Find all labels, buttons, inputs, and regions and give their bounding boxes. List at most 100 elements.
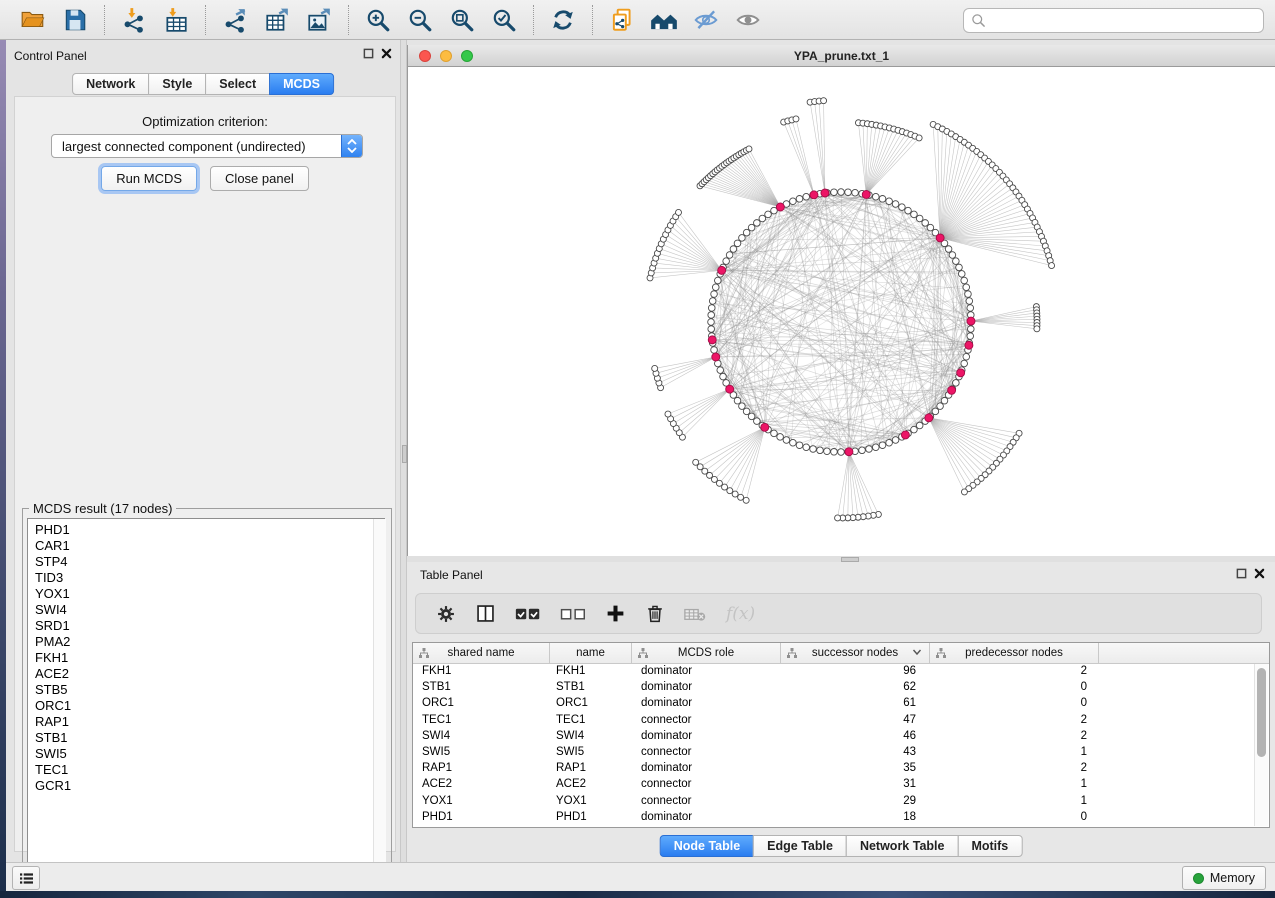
eye-icon[interactable] xyxy=(733,5,763,35)
table-row[interactable]: FKH1FKH1dominator962 xyxy=(413,663,1254,679)
import-table-icon[interactable] xyxy=(161,5,191,35)
tab-select[interactable]: Select xyxy=(205,73,270,95)
table-cell: PHD1 xyxy=(550,811,632,823)
zoom-fit-icon[interactable] xyxy=(447,5,477,35)
table-cell: dominator xyxy=(632,665,781,677)
table-row[interactable]: TEC1TEC1connector472 xyxy=(413,712,1254,728)
table-row[interactable]: PHD1PHD1dominator180 xyxy=(413,809,1254,825)
criterion-dropdown[interactable]: largest connected component (undirected) xyxy=(51,134,363,158)
mcds-result-item[interactable]: SWI4 xyxy=(35,602,384,618)
table-row[interactable]: SWI4SWI4dominator462 xyxy=(413,728,1254,744)
memory-button[interactable]: Memory xyxy=(1182,866,1266,890)
table-row[interactable]: SWI5SWI5connector431 xyxy=(413,744,1254,760)
table-row[interactable]: RAP1RAP1dominator352 xyxy=(413,760,1254,776)
mcds-result-item[interactable]: STP4 xyxy=(35,554,384,570)
table-cell: 2 xyxy=(930,730,1099,742)
scrollbar-thumb[interactable] xyxy=(1257,668,1266,757)
zoom-out-icon[interactable] xyxy=(405,5,435,35)
tab-mcds[interactable]: MCDS xyxy=(269,73,334,95)
tab-motifs[interactable]: Motifs xyxy=(957,835,1022,857)
gear-icon[interactable] xyxy=(436,604,456,624)
node-table: shared name name MCDS role successor nod… xyxy=(412,642,1270,828)
table-cell: TEC1 xyxy=(413,714,550,726)
tab-network[interactable]: Network xyxy=(72,73,149,95)
search-box[interactable] xyxy=(963,8,1264,33)
mcds-result-item[interactable]: FKH1 xyxy=(35,650,384,666)
unchecked-boxes-icon[interactable] xyxy=(560,605,586,623)
task-history-button[interactable] xyxy=(12,866,40,890)
table-cell: RAP1 xyxy=(413,762,550,774)
folder-open-icon[interactable] xyxy=(18,5,48,35)
vertical-splitter[interactable] xyxy=(400,40,407,862)
zoom-in-icon[interactable] xyxy=(363,5,393,35)
table-row[interactable]: STB1STB1dominator620 xyxy=(413,679,1254,695)
table-row[interactable]: YOX1YOX1connector291 xyxy=(413,793,1254,809)
control-panel-title: Control Panel xyxy=(14,49,87,63)
table-cell: RAP1 xyxy=(550,762,632,774)
eye-slash-icon[interactable] xyxy=(691,5,721,35)
mcds-result-item[interactable]: STB5 xyxy=(35,682,384,698)
network-window-titlebar[interactable]: YPA_prune.txt_1 xyxy=(408,45,1275,67)
checked-boxes-icon[interactable] xyxy=(515,605,541,623)
sort-chevron-icon xyxy=(912,648,922,656)
copy-documents-icon[interactable] xyxy=(607,5,637,35)
close-panel-button[interactable]: Close panel xyxy=(210,166,309,191)
mcds-result-item[interactable]: TID3 xyxy=(35,570,384,586)
dropdown-stepper-icon xyxy=(341,135,362,157)
save-icon[interactable] xyxy=(60,5,90,35)
column-header-name[interactable]: name xyxy=(550,643,632,663)
table-cell: ACE2 xyxy=(413,778,550,790)
network-canvas[interactable] xyxy=(408,67,1275,556)
mcds-result-item[interactable]: RAP1 xyxy=(35,714,384,730)
mcds-result-list[interactable]: PHD1CAR1STP4TID3YOX1SWI4SRD1PMA2FKH1ACE2… xyxy=(27,518,385,871)
close-icon[interactable] xyxy=(1254,568,1265,579)
tab-node-table[interactable]: Node Table xyxy=(660,835,754,857)
mcds-list-scrollbar[interactable] xyxy=(373,519,386,870)
plus-icon[interactable] xyxy=(605,603,626,624)
table-cell: 1 xyxy=(930,795,1099,807)
tab-style[interactable]: Style xyxy=(148,73,206,95)
mcds-result-item[interactable]: PMA2 xyxy=(35,634,384,650)
fx-icon: f(x) xyxy=(726,604,755,624)
refresh-icon[interactable] xyxy=(548,5,578,35)
mcds-result-item[interactable]: TEC1 xyxy=(35,762,384,778)
float-window-icon[interactable] xyxy=(1236,568,1247,579)
table-cell: 31 xyxy=(781,778,930,790)
tab-edge-table[interactable]: Edge Table xyxy=(753,835,847,857)
mcds-result-item[interactable]: ORC1 xyxy=(35,698,384,714)
tab-network-table[interactable]: Network Table xyxy=(846,835,959,857)
column-header-shared-name[interactable]: shared name xyxy=(413,643,550,663)
table-cell: 46 xyxy=(781,730,930,742)
table-cell: FKH1 xyxy=(550,665,632,677)
mcds-result-item[interactable]: SWI5 xyxy=(35,746,384,762)
table-cell: 2 xyxy=(930,714,1099,726)
mcds-result-item[interactable]: SRD1 xyxy=(35,618,384,634)
export-network-icon[interactable] xyxy=(220,5,250,35)
run-mcds-button[interactable]: Run MCDS xyxy=(101,166,197,191)
table-scrollbar[interactable] xyxy=(1254,664,1268,826)
zoom-selected-icon[interactable] xyxy=(489,5,519,35)
main-toolbar xyxy=(0,0,1275,40)
mcds-result-item[interactable]: YOX1 xyxy=(35,586,384,602)
houses-icon[interactable] xyxy=(649,5,679,35)
column-header-mcds-role[interactable]: MCDS role xyxy=(632,643,781,663)
mcds-result-item[interactable]: PHD1 xyxy=(35,522,384,538)
mcds-result-item[interactable]: CAR1 xyxy=(35,538,384,554)
columns-icon[interactable] xyxy=(475,603,496,624)
mcds-result-item[interactable]: STB1 xyxy=(35,730,384,746)
mcds-result-item[interactable]: GCR1 xyxy=(35,778,384,794)
table-row[interactable]: ORC1ORC1dominator610 xyxy=(413,695,1254,711)
export-image-icon[interactable] xyxy=(304,5,334,35)
trash-icon[interactable] xyxy=(645,603,665,624)
column-header-predecessor-nodes[interactable]: predecessor nodes xyxy=(930,643,1099,663)
toolbar-separator xyxy=(592,5,593,35)
search-input[interactable] xyxy=(991,13,1263,29)
column-header-successor-nodes[interactable]: successor nodes xyxy=(781,643,930,663)
export-table-icon[interactable] xyxy=(262,5,292,35)
node-table-header: shared name name MCDS role successor nod… xyxy=(413,643,1269,664)
import-network-icon[interactable] xyxy=(119,5,149,35)
mcds-result-item[interactable]: ACE2 xyxy=(35,666,384,682)
close-icon[interactable] xyxy=(381,48,392,59)
float-window-icon[interactable] xyxy=(363,48,374,59)
table-row[interactable]: ACE2ACE2connector311 xyxy=(413,776,1254,792)
